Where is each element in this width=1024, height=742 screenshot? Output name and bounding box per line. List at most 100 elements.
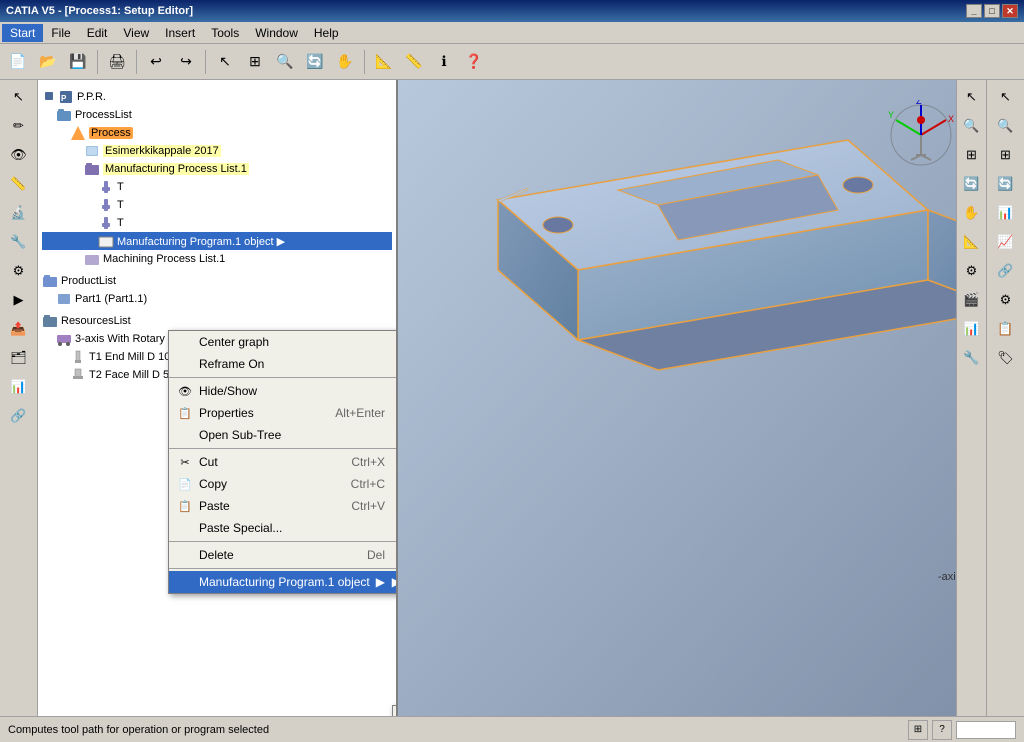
sidebar-icon-misc3[interactable]: 🔗: [6, 403, 32, 429]
ctx-center-graph[interactable]: Center graph: [169, 331, 398, 353]
toolbar-snap[interactable]: 📐: [370, 48, 398, 76]
ctx-hide-show[interactable]: 👁 Hide/Show: [169, 380, 398, 402]
close-button[interactable]: ✕: [1002, 4, 1018, 18]
toolbar-rotate[interactable]: 🔄: [301, 48, 329, 76]
tree-item-processlist[interactable]: ProcessList: [42, 106, 392, 124]
vp-tool-8[interactable]: 🎬: [959, 287, 985, 313]
rs-icon-4[interactable]: 🔄: [993, 171, 1019, 197]
vp-tool-1[interactable]: ↖: [959, 84, 985, 110]
sidebar-icon-misc2[interactable]: 📊: [6, 374, 32, 400]
vp-tool-2[interactable]: 🔍: [959, 113, 985, 139]
process-label: Process: [89, 127, 133, 139]
toolbar-zoom-fit[interactable]: ⊞: [241, 48, 269, 76]
sidebar-icon-view[interactable]: 👁: [6, 142, 32, 168]
vp-tool-9[interactable]: 📊: [959, 316, 985, 342]
tree-item-mfg-program[interactable]: Manufacturing Program.1 object ▶: [42, 232, 392, 250]
tree-item-mfg-list-link[interactable]: Machining Process List.1: [42, 250, 392, 268]
tree-item-ppr[interactable]: P P.P.R.: [42, 88, 392, 106]
rs-icon-5[interactable]: 📊: [993, 200, 1019, 226]
mfg-program-label: Manufacturing Program.1 object ▶: [117, 235, 285, 248]
tree-item-mfg-list[interactable]: Manufacturing Process List.1: [42, 160, 392, 178]
viewport[interactable]: -axis for Part Operation.1 X Y Z: [398, 80, 986, 716]
maximize-button[interactable]: □: [984, 4, 1000, 18]
toolbar-measure[interactable]: 📏: [400, 48, 428, 76]
ctx-properties[interactable]: 📋 Properties Alt+Enter: [169, 402, 398, 424]
rs-icon-1[interactable]: ↖: [993, 84, 1019, 110]
status-btn-1[interactable]: ⊞: [908, 720, 928, 740]
rs-icon-10[interactable]: 🏷: [993, 345, 1019, 371]
menu-file[interactable]: File: [43, 24, 78, 42]
ctx-open-subtree[interactable]: Open Sub-Tree: [169, 424, 398, 446]
toolbar: 📄 📂 💾 🖨 ↩ ↪ ↖ ⊞ 🔍 🔄 ✋ 📐 📏 ℹ ❓: [0, 44, 1024, 80]
tree-item-t2[interactable]: T: [42, 196, 392, 214]
toolbar-redo[interactable]: ↪: [172, 48, 200, 76]
ctx-paste[interactable]: 📋 Paste Ctrl+V: [169, 495, 398, 517]
vp-tool-4[interactable]: 🔄: [959, 171, 985, 197]
tree-item-t1[interactable]: T: [42, 178, 392, 196]
sidebar-icon-analyze[interactable]: 🔬: [6, 200, 32, 226]
status-btn-2[interactable]: ?: [932, 720, 952, 740]
menu-tools[interactable]: Tools: [203, 24, 247, 42]
vp-tool-5[interactable]: ✋: [959, 200, 985, 226]
toolbar-open[interactable]: 📂: [34, 48, 62, 76]
sidebar-icon-sketch[interactable]: ✏: [6, 113, 32, 139]
vp-tool-3[interactable]: ⊞: [959, 142, 985, 168]
t1-icon: [98, 179, 114, 195]
ctx-paste-special[interactable]: Paste Special...: [169, 517, 398, 539]
sidebar-icon-misc1[interactable]: 🗂: [6, 345, 32, 371]
toolbar-save[interactable]: 💾: [64, 48, 92, 76]
sidebar-icon-measure[interactable]: 📏: [6, 171, 32, 197]
rs-icon-2[interactable]: 🔍: [993, 113, 1019, 139]
menu-window[interactable]: Window: [247, 24, 306, 42]
ctx-delete[interactable]: Delete Del: [169, 544, 398, 566]
toolbar-sep4: [364, 50, 365, 74]
menu-start[interactable]: Start: [2, 24, 43, 42]
ctx-submenu-arrow: ▶: [376, 575, 385, 589]
rs-icon-3[interactable]: ⊞: [993, 142, 1019, 168]
toolbar-new[interactable]: 📄: [4, 48, 32, 76]
vp-tool-7[interactable]: ⚙: [959, 258, 985, 284]
t3-icon: [98, 215, 114, 231]
tree-item-t3[interactable]: T: [42, 214, 392, 232]
sidebar-icon-select[interactable]: ↖: [6, 84, 32, 110]
vp-tool-10[interactable]: 🔧: [959, 345, 985, 371]
ctx-reframe-on[interactable]: Reframe On: [169, 353, 398, 375]
tree-item-esimerkkikappale[interactable]: Esimerkkikappale 2017: [42, 142, 392, 160]
menu-insert[interactable]: Insert: [157, 24, 203, 42]
ctx-hide-show-label: Hide/Show: [199, 384, 257, 398]
toolbar-print[interactable]: 🖨: [103, 48, 131, 76]
tree-item-part1[interactable]: Part1 (Part1.1): [42, 290, 392, 308]
ctx-paste-label: Paste: [199, 499, 230, 513]
ctx-mfg-program-obj[interactable]: Manufacturing Program.1 object ▶: [169, 571, 398, 593]
toolbar-help[interactable]: ❓: [460, 48, 488, 76]
toolbar-info[interactable]: ℹ: [430, 48, 458, 76]
rs-icon-8[interactable]: ⚙: [993, 287, 1019, 313]
tree-panel[interactable]: P P.P.R. ProcessList Process: [38, 80, 398, 716]
sidebar-icon-nc[interactable]: ⚙: [6, 258, 32, 284]
toolbar-select[interactable]: ↖: [211, 48, 239, 76]
left-sidebar: ↖ ✏ 👁 📏 🔬 🔧 ⚙ ▶ 📤 🗂 📊 🔗: [0, 80, 38, 716]
rs-icon-7[interactable]: 🔗: [993, 258, 1019, 284]
ctx-cut[interactable]: ✂ Cut Ctrl+X: [169, 451, 398, 473]
rs-icon-9[interactable]: 📋: [993, 316, 1019, 342]
menu-edit[interactable]: Edit: [79, 24, 116, 42]
toolbar-zoom-in[interactable]: 🔍: [271, 48, 299, 76]
toolbar-pan[interactable]: ✋: [331, 48, 359, 76]
rs-icon-6[interactable]: 📈: [993, 229, 1019, 255]
tree-item-productlist[interactable]: ProductList: [42, 272, 392, 290]
menu-help[interactable]: Help: [306, 24, 347, 42]
menu-view[interactable]: View: [115, 24, 157, 42]
sidebar-icon-output[interactable]: 📤: [6, 316, 32, 342]
t2-label: T: [117, 199, 124, 211]
vp-tool-6[interactable]: 📐: [959, 229, 985, 255]
sidebar-icon-tools[interactable]: 🔧: [6, 229, 32, 255]
sidebar-icon-sim[interactable]: ▶: [6, 287, 32, 313]
processlist-icon: [56, 107, 72, 123]
ctx-cut-label: Cut: [199, 455, 218, 469]
ctx-copy[interactable]: 📄 Copy Ctrl+C: [169, 473, 398, 495]
tree-item-resourceslist[interactable]: ResourcesList: [42, 312, 392, 330]
toolbar-undo[interactable]: ↩: [142, 48, 170, 76]
minimize-button[interactable]: _: [966, 4, 982, 18]
svg-text:X: X: [948, 114, 954, 124]
tree-item-process[interactable]: Process: [42, 124, 392, 142]
